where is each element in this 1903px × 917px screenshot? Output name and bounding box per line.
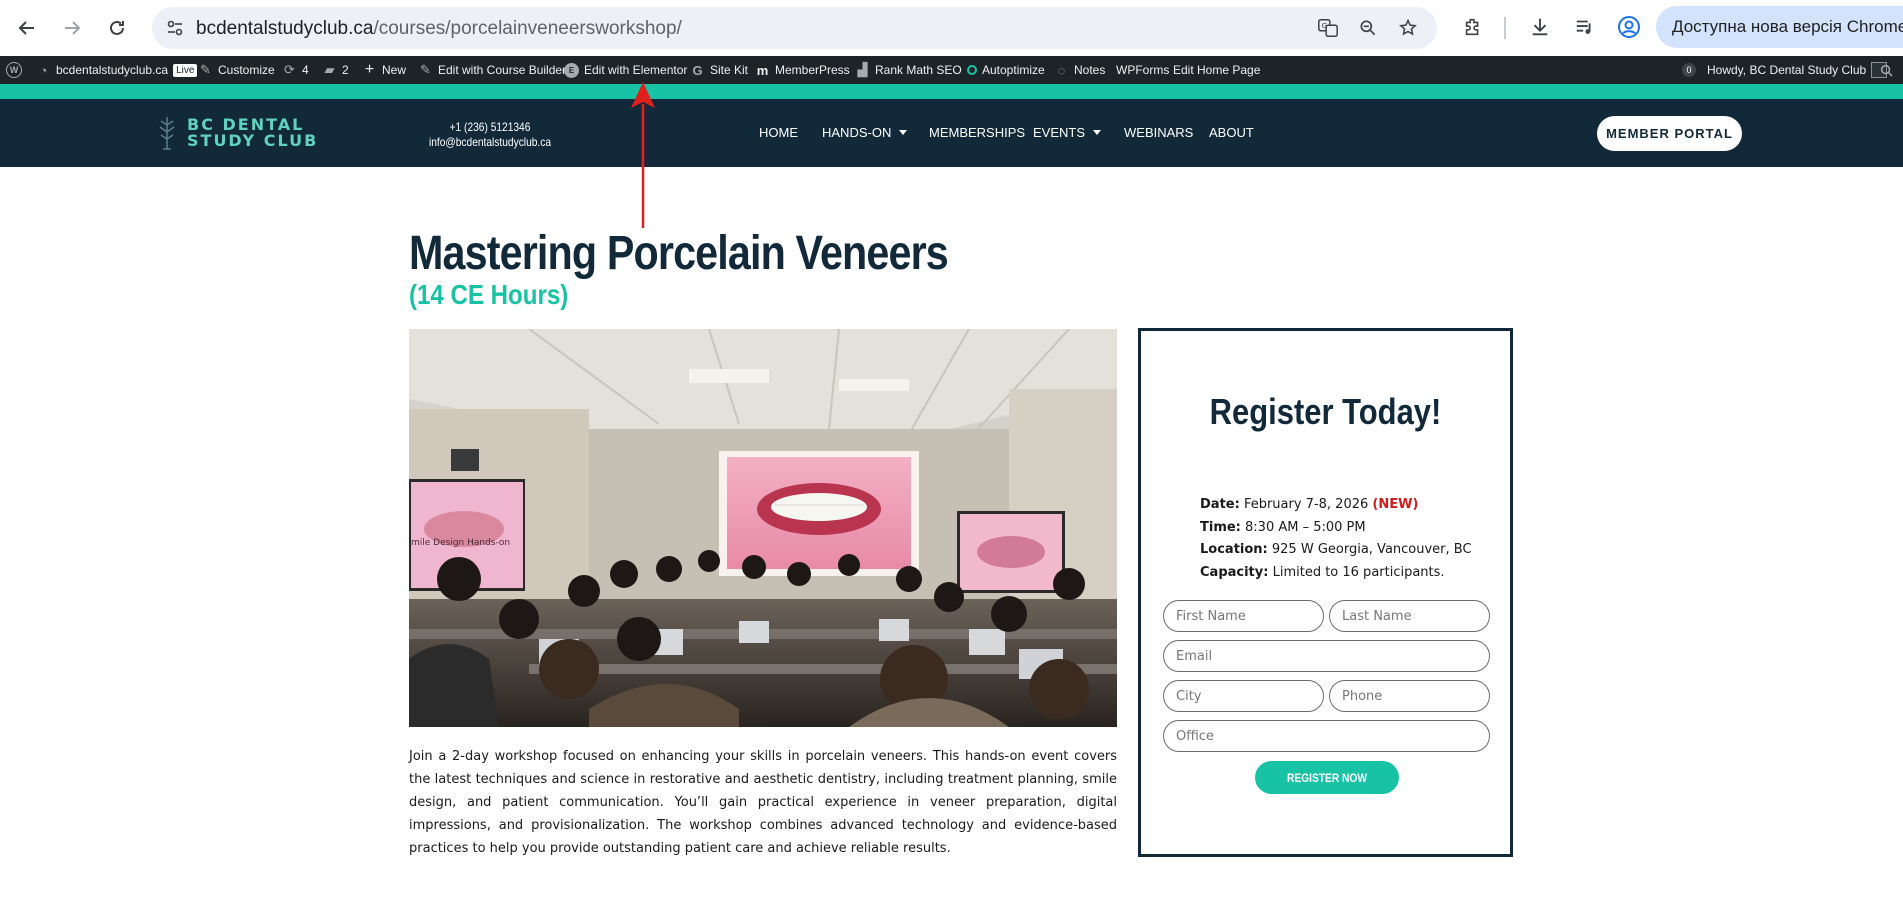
my-account-menu[interactable]: Howdy, BC Dental Study Club xyxy=(1707,56,1888,84)
header-phone[interactable]: +1 (236) 5121346 xyxy=(422,120,558,135)
updates-link[interactable]: ⟳ 4 xyxy=(282,56,309,84)
edit-course-builder-link[interactable]: ✎ Edit with Course Builder xyxy=(418,56,566,84)
nav-webinars[interactable]: WEBINARS xyxy=(1124,125,1193,140)
nav-about[interactable]: ABOUT xyxy=(1209,125,1254,140)
register-card: Register Today! Date: February 7-8, 2026… xyxy=(1138,328,1513,857)
site-header: BC DENTAL STUDY CLUB +1 (236) 5121346 in… xyxy=(0,99,1903,167)
nav-events[interactable]: EVENTS xyxy=(1033,125,1102,140)
memberpress-link[interactable]: m MemberPress xyxy=(755,56,850,84)
arrow-left-icon xyxy=(18,21,34,35)
city-field[interactable] xyxy=(1163,680,1324,712)
download-icon[interactable] xyxy=(1526,13,1554,41)
comments-link[interactable]: ▰ 2 xyxy=(322,56,349,84)
customize-link[interactable]: ✎ Customize xyxy=(198,56,275,84)
bookmark-star-icon[interactable] xyxy=(1396,16,1420,40)
tree-logo-icon xyxy=(159,117,175,150)
address-bar[interactable]: bcdentalstudyclub.ca/courses/porcelainve… xyxy=(152,7,1437,49)
url-text[interactable]: bcdentalstudyclub.ca/courses/porcelainve… xyxy=(196,18,682,40)
edit-home-page-link[interactable]: Edit Home Page xyxy=(1173,56,1260,84)
new-content-menu[interactable]: + New xyxy=(362,56,406,84)
paintbrush-icon: ✎ xyxy=(200,62,211,77)
speech-bubble-icon: ◌ xyxy=(1057,62,1066,78)
email-field[interactable] xyxy=(1163,640,1490,672)
back-button[interactable] xyxy=(10,11,44,45)
first-name-field[interactable] xyxy=(1163,600,1324,632)
wordpress-icon: W xyxy=(6,62,22,78)
arrow-right-icon xyxy=(65,21,81,35)
nav-hands-on[interactable]: HANDS-ON xyxy=(822,125,908,140)
office-field[interactable] xyxy=(1163,720,1490,752)
pencil-icon: ✎ xyxy=(420,62,431,77)
header-contact: +1 (236) 5121346 info@bcdentalstudyclub.… xyxy=(422,120,558,150)
detail-location: Location: 925 W Georgia, Vancouver, BC xyxy=(1200,542,1472,557)
site-kit-link[interactable]: G Site Kit xyxy=(690,56,748,84)
site-logo[interactable]: BC DENTAL STUDY CLUB xyxy=(155,113,318,153)
caret-down-icon xyxy=(899,130,908,135)
workshop-photo: mile Design Hands-on xyxy=(409,329,1117,727)
annotation-arrow xyxy=(631,82,655,228)
reload-icon xyxy=(110,20,124,35)
nav-memberships[interactable]: MEMBERSHIPS xyxy=(929,125,1025,140)
extensions-icon[interactable] xyxy=(1459,13,1487,41)
autoptimize-link[interactable]: Autoptimize xyxy=(967,56,1045,84)
site-settings-icon[interactable] xyxy=(166,19,184,37)
toolbar-divider xyxy=(1504,17,1506,39)
detail-time: Time: 8:30 AM – 5:00 PM xyxy=(1200,519,1366,535)
zoom-icon[interactable] xyxy=(1356,16,1380,40)
detail-date: Date: February 7-8, 2026 (NEW) xyxy=(1200,497,1419,512)
monitor-caption: mile Design Hands-on xyxy=(411,538,510,548)
header-email[interactable]: info@bcdentalstudyclub.ca xyxy=(422,135,558,150)
page-subtitle: (14 CE Hours) xyxy=(409,279,569,310)
translate-icon[interactable]: G xyxy=(1316,16,1340,40)
forward-button[interactable] xyxy=(55,11,89,45)
wpforms-link[interactable]: WPForms xyxy=(1116,56,1169,84)
event-details: Date: February 7-8, 2026 (NEW) Time: 8:3… xyxy=(1200,494,1472,584)
notes-link[interactable]: ◌ Notes xyxy=(1054,56,1106,84)
comment-icon: ▰ xyxy=(324,62,335,77)
rank-math-link[interactable]: ▟ Rank Math SEO xyxy=(855,56,962,84)
top-accent-strip xyxy=(0,84,1903,99)
nav-home[interactable]: HOME xyxy=(759,125,798,140)
page-title: Mastering Porcelain Veneers xyxy=(409,227,949,280)
register-now-button[interactable]: REGISTER NOW xyxy=(1255,761,1399,794)
svg-text:G: G xyxy=(1322,21,1328,30)
caret-down-icon xyxy=(1093,130,1102,135)
new-badge: (NEW) xyxy=(1372,497,1419,512)
status-circle-icon xyxy=(967,65,977,75)
browser-toolbar: bcdentalstudyclub.ca/courses/porcelainve… xyxy=(0,0,1903,56)
chrome-update-button[interactable]: Доступна нова версія Chrome xyxy=(1656,6,1903,48)
reload-button[interactable] xyxy=(100,11,134,45)
wp-admin-bar: W ◔ bcdentalstudyclub.ca Live ✎ Customiz… xyxy=(0,56,1903,84)
wp-logo-menu[interactable]: W xyxy=(6,56,22,84)
admin-search-icon[interactable] xyxy=(1880,56,1893,84)
course-description: Join a 2-day workshop focused on enhanci… xyxy=(409,749,1117,856)
phone-field[interactable] xyxy=(1329,680,1490,712)
dashboard-icon: ◔ xyxy=(39,62,48,78)
live-badge: Live xyxy=(173,63,198,77)
register-title: Register Today! xyxy=(1209,391,1442,432)
logo-line-2: STUDY CLUB xyxy=(187,131,319,150)
updates-icon: ⟳ xyxy=(284,62,295,77)
detail-capacity: Capacity: Limited to 16 participants. xyxy=(1200,564,1445,580)
media-queue-icon[interactable] xyxy=(1571,13,1599,41)
last-name-field[interactable] xyxy=(1329,600,1490,632)
edit-elementor-link[interactable]: E Edit with Elementor xyxy=(564,56,687,84)
notifications-badge[interactable]: 0 xyxy=(1682,56,1696,84)
member-portal-button[interactable]: MEMBER PORTAL xyxy=(1597,116,1742,151)
profile-icon[interactable] xyxy=(1615,13,1643,41)
elementor-icon: E xyxy=(564,62,579,78)
memberpress-icon: m xyxy=(756,62,769,78)
plus-icon: + xyxy=(364,61,375,78)
google-g-icon: G xyxy=(692,62,703,78)
site-name-menu[interactable]: ◔ bcdentalstudyclub.ca Live xyxy=(36,56,198,84)
rank-math-icon: ▟ xyxy=(857,62,868,77)
